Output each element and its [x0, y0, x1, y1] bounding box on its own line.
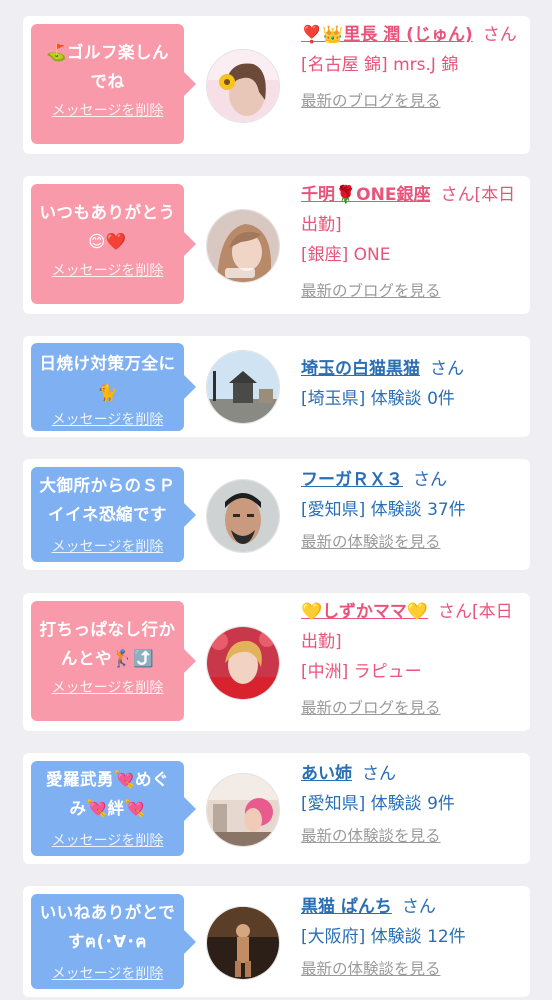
message-card: 愛羅武勇💘めぐみ💘絆💘 メッセージを削除 あい姉 さん [愛知県] 体験談 9件 …	[23, 753, 530, 864]
avatar-photo	[207, 907, 279, 979]
avatar-photo	[207, 480, 279, 552]
sender-info: 埼玉の白猫黒猫 さん [埼玉県] 体験談 0件	[301, 354, 523, 414]
sender-name-link[interactable]: 千明🌹ONE銀座	[301, 185, 430, 205]
message-card: ⛳ゴルフ楽しんでね メッセージを削除 ❣️👑里長 潤 (じゅん) さん [名古屋 …	[23, 16, 530, 154]
message-bubble: 大御所からのＳＰイイネ恐縮です メッセージを削除	[31, 467, 196, 562]
delete-message-link[interactable]: メッセージを削除	[31, 963, 184, 983]
message-bubble: 日焼け対策万全に🐈 メッセージを削除	[31, 343, 196, 431]
avatar[interactable]	[206, 49, 280, 123]
avatar-photo	[207, 210, 279, 282]
delete-message-link[interactable]: メッセージを削除	[31, 536, 184, 556]
sender-name-link[interactable]: 黒猫 ぱんち	[301, 897, 392, 917]
latest-reviews-link[interactable]: 最新の体験談を見る	[301, 821, 523, 851]
sender-location: [中洲] ラピュー	[301, 662, 422, 682]
message-bubble: 打ちっぱなし行かんとや🏌️⤴️ メッセージを削除	[31, 601, 196, 721]
honorific: さん	[482, 25, 517, 45]
sender-info: ❣️👑里長 潤 (じゅん) さん [名古屋 錦] mrs.J 錦 最新のブログを見…	[301, 20, 523, 116]
message-text: 日焼け対策万全に🐈	[39, 354, 176, 402]
avatar[interactable]	[206, 209, 280, 283]
honorific: さん	[401, 897, 436, 917]
message-bubble: ⛳ゴルフ楽しんでね メッセージを削除	[31, 24, 196, 144]
avatar-photo	[207, 351, 279, 423]
message-bubble: いつもありがとう😊❤️ メッセージを削除	[31, 184, 196, 304]
sender-name-link[interactable]: 埼玉の白猫黒猫	[301, 359, 420, 379]
sender-location: [銀座] ONE	[301, 245, 391, 265]
sender-location: [大阪府] 体験談 12件	[301, 927, 466, 947]
sender-info: 💛しずかママ💛 さん[本日出勤] [中洲] ラピュー 最新のブログを見る	[301, 597, 523, 723]
avatar[interactable]	[206, 479, 280, 553]
sender-location: [名古屋 錦] mrs.J 錦	[301, 55, 459, 75]
delete-message-link[interactable]: メッセージを削除	[31, 409, 184, 429]
message-card: いいねありがとですฅ(･∀･ฅ メッセージを削除 黒猫 ぱんち さん [大阪府] …	[23, 886, 530, 997]
latest-reviews-link[interactable]: 最新の体験談を見る	[301, 527, 523, 557]
sender-info: 黒猫 ぱんち さん [大阪府] 体験談 12件 最新の体験談を見る	[301, 892, 523, 984]
sender-info: フーガＲＸ３ さん [愛知県] 体験談 37件 最新の体験談を見る	[301, 465, 523, 557]
sender-name-link[interactable]: 💛しずかママ💛	[301, 602, 428, 622]
sender-location: [埼玉県] 体験談 0件	[301, 389, 455, 409]
message-list: ⛳ゴルフ楽しんでね メッセージを削除 ❣️👑里長 潤 (じゅん) さん [名古屋 …	[0, 0, 552, 1000]
message-text: 打ちっぱなし行かんとや🏌️⤴️	[39, 620, 176, 668]
sender-location: [愛知県] 体験談 37件	[301, 500, 466, 520]
message-card: 打ちっぱなし行かんとや🏌️⤴️ メッセージを削除 💛しずかママ💛 さん[本日出勤]…	[23, 593, 530, 731]
avatar-photo	[207, 627, 279, 699]
honorific: さん	[362, 764, 396, 784]
message-text: 大御所からのＳＰイイネ恐縮です	[39, 476, 176, 524]
avatar[interactable]	[206, 773, 280, 847]
latest-blog-link[interactable]: 最新のブログを見る	[301, 693, 523, 723]
avatar[interactable]	[206, 350, 280, 424]
delete-message-link[interactable]: メッセージを削除	[31, 260, 184, 280]
sender-name-link[interactable]: あい姉	[301, 764, 352, 784]
message-text: いつもありがとう😊❤️	[39, 203, 176, 251]
message-card: 大御所からのＳＰイイネ恐縮です メッセージを削除 フーガＲＸ３ さん [愛知県] …	[23, 459, 530, 570]
message-text: いいねありがとですฅ(･∀･ฅ	[39, 903, 176, 951]
avatar-photo	[207, 774, 279, 846]
message-card: いつもありがとう😊❤️ メッセージを削除 千明🌹ONE銀座 さん[本日出勤] [銀…	[23, 176, 530, 314]
message-bubble: 愛羅武勇💘めぐみ💘絆💘 メッセージを削除	[31, 761, 196, 856]
latest-reviews-link[interactable]: 最新の体験談を見る	[301, 954, 523, 984]
delete-message-link[interactable]: メッセージを削除	[31, 677, 184, 697]
latest-blog-link[interactable]: 最新のブログを見る	[301, 276, 523, 306]
delete-message-link[interactable]: メッセージを削除	[31, 100, 184, 120]
latest-blog-link[interactable]: 最新のブログを見る	[301, 86, 523, 116]
sender-info: 千明🌹ONE銀座 さん[本日出勤] [銀座] ONE 最新のブログを見る	[301, 180, 523, 306]
avatar[interactable]	[206, 906, 280, 980]
sender-name-link[interactable]: ❣️👑里長 潤 (じゅん)	[301, 25, 473, 45]
message-card: 日焼け対策万全に🐈 メッセージを削除 埼玉の白猫黒猫 さん [埼玉県] 体験談 0…	[23, 336, 530, 437]
delete-message-link[interactable]: メッセージを削除	[31, 830, 184, 850]
avatar-photo	[207, 50, 279, 122]
message-text: ⛳ゴルフ楽しんでね	[45, 43, 170, 91]
honorific: さん	[413, 470, 447, 490]
avatar[interactable]	[206, 626, 280, 700]
sender-location: [愛知県] 体験談 9件	[301, 794, 455, 814]
message-bubble: いいねありがとですฅ(･∀･ฅ メッセージを削除	[31, 894, 196, 989]
message-text: 愛羅武勇💘めぐみ💘絆💘	[45, 770, 170, 818]
sender-info: あい姉 さん [愛知県] 体験談 9件 最新の体験談を見る	[301, 759, 523, 851]
honorific: さん	[430, 359, 464, 379]
sender-name-link[interactable]: フーガＲＸ３	[301, 470, 403, 490]
